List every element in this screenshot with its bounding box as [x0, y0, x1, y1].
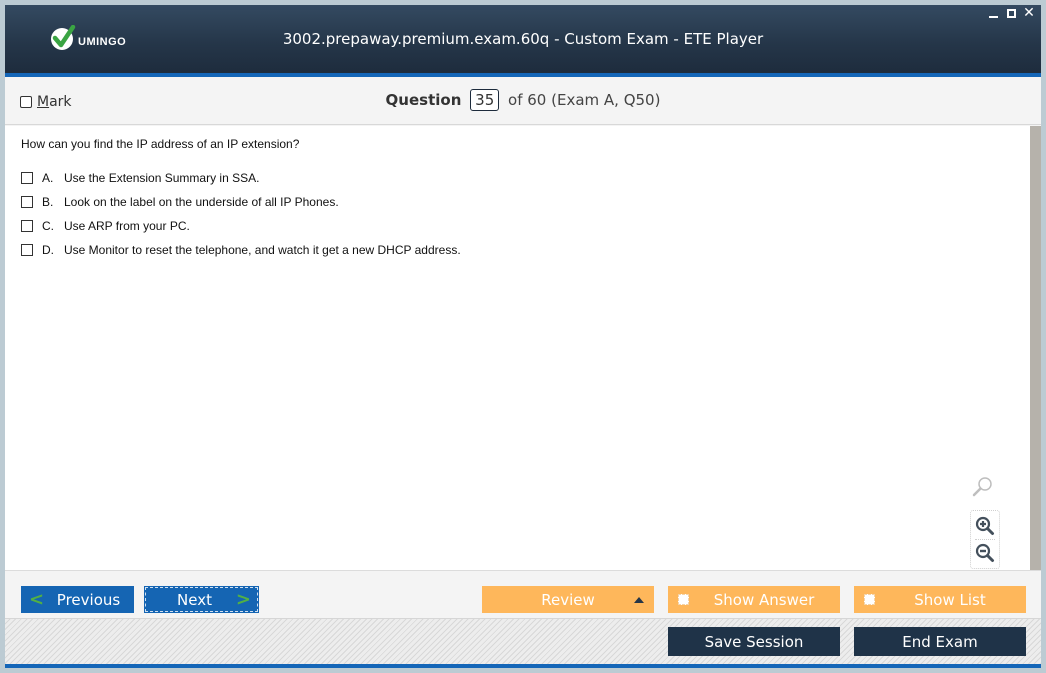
zoom-out-button[interactable] — [972, 540, 998, 566]
title-bar: UMINGO 3002.prepaway.premium.exam.60q - … — [5, 5, 1041, 75]
chevron-left-icon: < — [29, 589, 45, 610]
question-info: Question 35 of 60 (Exam A, Q50) — [5, 89, 1041, 111]
zoom-button-group — [970, 510, 1000, 569]
window-controls: ✕ — [987, 5, 1035, 21]
review-label: Review — [541, 590, 595, 609]
zoom-in-icon — [975, 516, 994, 535]
save-session-button[interactable]: Save Session — [668, 627, 840, 656]
app-window: UMINGO 3002.prepaway.premium.exam.60q - … — [5, 5, 1041, 668]
navigation-bar: < Previous Next > Review Show Answer Sho… — [5, 570, 1041, 618]
show-list-label: Show List — [914, 590, 986, 609]
answer-option-b[interactable]: B. Look on the label on the underside of… — [21, 190, 461, 214]
show-answer-toggle[interactable]: Show Answer — [668, 586, 840, 613]
question-header: Mark Question 35 of 60 (Exam A, Q50) — [5, 77, 1041, 125]
option-letter: C. — [42, 219, 54, 233]
answer-option-c[interactable]: C. Use ARP from your PC. — [21, 214, 461, 238]
chevron-right-icon: > — [235, 589, 251, 610]
footer-bar: Save Session End Exam — [5, 618, 1041, 664]
show-list-checkbox[interactable] — [864, 594, 875, 605]
next-label: Next — [177, 590, 212, 609]
search-icon[interactable] — [970, 476, 994, 498]
maximize-icon — [1006, 8, 1016, 18]
review-dropdown-button[interactable]: Review — [482, 586, 654, 613]
question-total: of 60 (Exam A, Q50) — [508, 91, 661, 109]
save-session-label: Save Session — [704, 632, 804, 651]
zoom-out-icon — [975, 543, 994, 562]
question-label: Question — [385, 91, 462, 109]
show-answer-checkbox[interactable] — [678, 594, 689, 605]
show-list-toggle[interactable]: Show List — [854, 586, 1026, 613]
footer-accent-line — [5, 664, 1041, 668]
end-exam-label: End Exam — [902, 632, 978, 651]
minimize-icon — [988, 16, 998, 18]
option-checkbox[interactable] — [21, 196, 33, 208]
option-letter: A. — [42, 171, 54, 185]
show-answer-label: Show Answer — [713, 590, 815, 609]
vertical-scrollbar[interactable] — [1030, 126, 1041, 570]
answer-options: A. Use the Extension Summary in SSA. B. … — [21, 166, 461, 262]
option-text: Use ARP from your PC. — [64, 219, 190, 233]
question-number-input[interactable]: 35 — [470, 89, 500, 111]
close-button[interactable]: ✕ — [1023, 5, 1035, 21]
option-letter: B. — [42, 195, 54, 209]
close-icon: ✕ — [1023, 5, 1035, 21]
zoom-tools — [970, 476, 1000, 569]
maximize-button[interactable] — [1005, 7, 1017, 19]
caret-up-icon — [634, 597, 644, 603]
answer-option-d[interactable]: D. Use Monitor to reset the telephone, a… — [21, 238, 461, 262]
option-checkbox[interactable] — [21, 172, 33, 184]
option-checkbox[interactable] — [21, 244, 33, 256]
option-text: Use the Extension Summary in SSA. — [64, 171, 260, 185]
window-title: 3002.prepaway.premium.exam.60q - Custom … — [282, 30, 764, 48]
option-checkbox[interactable] — [21, 220, 33, 232]
next-button[interactable]: Next > — [144, 586, 259, 613]
end-exam-button[interactable]: End Exam — [854, 627, 1026, 656]
option-text: Look on the label on the underside of al… — [64, 195, 339, 209]
question-text: How can you find the IP address of an IP… — [21, 137, 300, 151]
previous-label: Previous — [56, 590, 121, 609]
answer-option-a[interactable]: A. Use the Extension Summary in SSA. — [21, 166, 461, 190]
previous-button[interactable]: < Previous — [21, 586, 134, 613]
question-content: How can you find the IP address of an IP… — [5, 126, 1030, 570]
option-letter: D. — [42, 243, 54, 257]
option-text: Use Monitor to reset the telephone, and … — [64, 243, 461, 257]
zoom-in-button[interactable] — [972, 513, 998, 539]
minimize-button[interactable] — [987, 7, 999, 19]
